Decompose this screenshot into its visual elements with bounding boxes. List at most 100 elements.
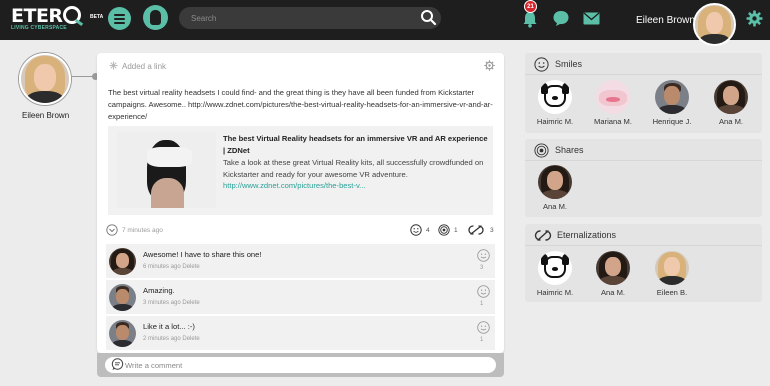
chat-icon[interactable] — [552, 10, 570, 27]
comment-text: Awesome! I have to share this one! — [143, 250, 262, 259]
post-meta-row: 7 minutes ago 4 1 3 — [106, 224, 496, 238]
person-avatar[interactable] — [596, 80, 630, 114]
smiles-panel-title: Smiles — [555, 59, 583, 69]
comment-text: Like it a lot... :-) — [143, 322, 195, 331]
comment-meta: 6 minutes ago Delete — [143, 264, 200, 270]
comment-meta: 2 minutes ago Delete — [143, 336, 200, 342]
etero-logo[interactable]: ETER BETA — [11, 6, 103, 26]
logo-tagline: LIVING CYBERSPACE — [11, 25, 67, 31]
comment-time: 2 minutes ago — [143, 336, 181, 342]
person-name[interactable]: Ana M. — [583, 288, 643, 297]
top-bar: ETER BETA LIVING CYBERSPACE 21 Eileen Br… — [0, 0, 770, 40]
person-name[interactable]: Henrique J. — [642, 117, 702, 126]
top-user-name[interactable]: Eileen Brown — [636, 15, 695, 26]
share-icon — [438, 224, 450, 236]
gear-icon[interactable] — [746, 10, 763, 27]
person-avatar[interactable] — [714, 80, 748, 114]
post-time: 7 minutes ago — [122, 227, 163, 234]
comment-delete-link[interactable]: Delete — [182, 336, 199, 342]
smiles-stat[interactable]: 4 — [410, 224, 434, 237]
comment-item: Amazing. 3 minutes ago Delete 1 — [106, 280, 495, 314]
comment-delete-link[interactable]: Delete — [182, 264, 199, 270]
mail-icon[interactable] — [583, 12, 600, 25]
shares-panel: Shares Ana M. — [525, 139, 762, 217]
chevron-down-icon[interactable] — [106, 224, 118, 236]
share-icon — [534, 143, 549, 158]
comment-time: 6 minutes ago — [143, 264, 181, 270]
comment-icon — [111, 358, 124, 370]
comment-avatar[interactable] — [109, 284, 136, 311]
smile-icon[interactable] — [477, 285, 490, 298]
person-item[interactable]: Ana M. — [701, 80, 761, 126]
comment-avatar[interactable] — [109, 248, 136, 275]
person-avatar[interactable] — [655, 80, 689, 114]
shares-count: 1 — [454, 227, 458, 234]
person-name[interactable]: Ana M. — [525, 202, 585, 211]
person-avatar[interactable] — [538, 165, 572, 199]
person-name[interactable]: Ana M. — [701, 117, 761, 126]
comment-input[interactable] — [105, 357, 496, 373]
post-text: The best virtual reality headsets I coul… — [108, 88, 493, 121]
eternalizations-panel-title: Eternalizations — [557, 230, 617, 240]
person-name[interactable]: Haimric M. — [525, 288, 585, 297]
link-preview-description: Take a look at these great Virtual Reali… — [223, 158, 484, 179]
comment-item: Awesome! I have to share this one! 6 min… — [106, 244, 495, 278]
eternalizations-count: 3 — [490, 227, 494, 234]
shares-panel-title: Shares — [555, 145, 584, 155]
person-item[interactable]: Haimric M. — [525, 251, 585, 297]
search-icon[interactable] — [420, 9, 437, 26]
person-avatar[interactable] — [596, 251, 630, 285]
eternalizations-stat[interactable]: 3 — [466, 224, 496, 237]
smile-icon[interactable] — [477, 249, 490, 262]
shares-panel-header: Shares — [525, 139, 762, 161]
person-name[interactable]: Haimric M. — [525, 117, 585, 126]
comment-smile-count: 3 — [480, 265, 484, 271]
eternalize-icon — [534, 230, 552, 241]
link-preview[interactable]: The best Virtual Reality headsets for an… — [108, 126, 493, 215]
link-preview-url[interactable]: http://www.zdnet.com/pictures/the-best-v… — [223, 181, 366, 190]
eternalizations-panel-header: Eternalizations — [525, 224, 762, 246]
comment-meta: 3 minutes ago Delete — [143, 300, 200, 306]
person-avatar[interactable] — [655, 251, 689, 285]
post-card: Added a link The best virtual reality he… — [97, 53, 504, 353]
post-settings-icon[interactable] — [484, 60, 495, 71]
link-preview-title[interactable]: The best Virtual Reality headsets for an… — [223, 133, 488, 157]
person-item[interactable]: Ana M. — [583, 251, 643, 297]
link-icon — [109, 61, 118, 70]
profile-avatar[interactable] — [19, 53, 71, 105]
shares-stat[interactable]: 1 — [438, 224, 462, 237]
smiles-panel-header: Smiles — [525, 53, 762, 75]
smile-icon[interactable] — [477, 321, 490, 334]
eternalizations-panel: Eternalizations Haimric M. Ana M. Eileen… — [525, 224, 762, 302]
person-name[interactable]: Eileen B. — [642, 288, 702, 297]
person-avatar[interactable] — [538, 251, 572, 285]
eternalize-icon — [468, 225, 484, 235]
person-item[interactable]: Henrique J. — [642, 80, 702, 126]
search-input[interactable] — [179, 7, 441, 29]
menu-icon[interactable] — [108, 7, 131, 30]
person-item[interactable]: Eileen B. — [642, 251, 702, 297]
comment-smile-count: 1 — [480, 337, 484, 343]
comment-avatar[interactable] — [109, 320, 136, 347]
post-action-label: Added a link — [122, 62, 167, 71]
smile-icon — [534, 57, 549, 72]
top-avatar[interactable] — [693, 3, 736, 46]
comment-item: Like it a lot... :-) 2 minutes ago Delet… — [106, 316, 495, 350]
comment-text: Amazing. — [143, 286, 175, 295]
link-preview-image[interactable] — [117, 132, 216, 208]
person-name[interactable]: Mariana M. — [583, 117, 643, 126]
etero-icon[interactable] — [143, 5, 168, 30]
smiles-panel: Smiles Haimric M. Mariana M. Henrique J.… — [525, 53, 762, 133]
person-item[interactable]: Haimric M. — [525, 80, 585, 126]
logo-o-mark — [62, 6, 81, 24]
comment-smile-count: 1 — [480, 301, 484, 307]
notification-badge: 21 — [524, 0, 537, 13]
profile-name[interactable]: Eileen Brown — [22, 111, 69, 120]
person-item[interactable]: Ana M. — [525, 165, 585, 211]
logo-beta-label: BETA — [90, 14, 104, 20]
person-item[interactable]: Mariana M. — [583, 80, 643, 126]
comment-delete-link[interactable]: Delete — [182, 300, 199, 306]
write-comment-bar — [97, 353, 504, 377]
person-avatar[interactable] — [538, 80, 572, 114]
smile-icon — [410, 224, 422, 236]
